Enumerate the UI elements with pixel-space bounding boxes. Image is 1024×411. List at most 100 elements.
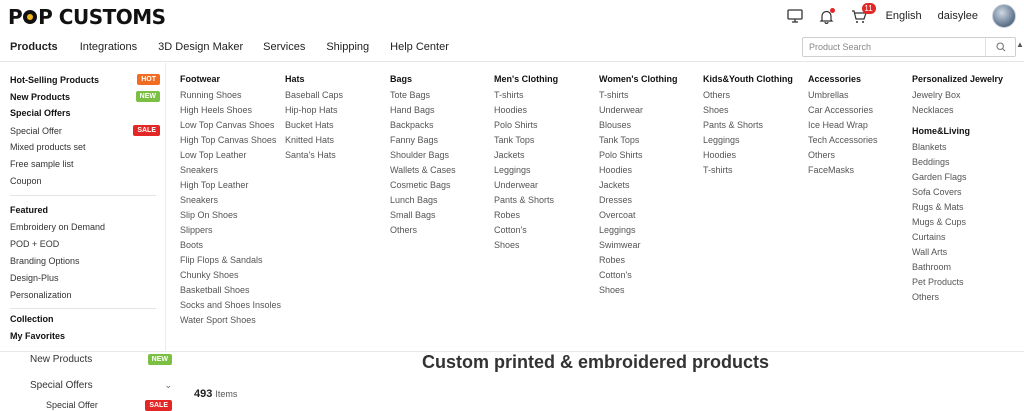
menu-special-offer[interactable]: Special Offer SALE [10, 125, 160, 136]
category-link[interactable]: Baseball Caps [285, 90, 343, 100]
menu-hot-selling[interactable]: Hot-Selling Products HOT [10, 74, 160, 85]
category-link[interactable]: High Top Canvas Shoes [180, 135, 276, 145]
category-link[interactable]: Chunky Shoes [180, 270, 239, 280]
side-special-offer[interactable]: Special Offer SALE [46, 400, 172, 411]
category-link[interactable]: Leggings [599, 225, 636, 235]
category-link[interactable]: Underwear [494, 180, 538, 190]
category-link[interactable]: Small Bags [390, 210, 436, 220]
menu-design-plus[interactable]: Design-Plus [10, 273, 160, 283]
category-link[interactable]: Mugs & Cups [912, 217, 966, 227]
category-link[interactable]: Pants & Shorts [494, 195, 554, 205]
cart-icon[interactable]: 11 [850, 3, 876, 25]
category-link[interactable]: Shoes [703, 105, 729, 115]
category-link[interactable]: Polo Shirts [599, 150, 643, 160]
category-link[interactable]: Others [390, 225, 417, 235]
category-link[interactable]: Swimwear [599, 240, 641, 250]
username[interactable]: daisylee [938, 10, 978, 22]
category-link[interactable]: Jackets [599, 180, 630, 190]
nav-services[interactable]: Services [263, 41, 305, 53]
category-link[interactable]: Sofa Covers [912, 187, 962, 197]
category-link[interactable]: Backpacks [390, 120, 434, 130]
category-link[interactable]: Hoodies [599, 165, 632, 175]
avatar[interactable] [992, 4, 1016, 28]
menu-coupon[interactable]: Coupon [10, 176, 160, 186]
category-link[interactable]: Shoes [494, 240, 520, 250]
category-link[interactable]: Wall Arts [912, 247, 947, 257]
category-link[interactable]: Robes [494, 210, 520, 220]
category-link[interactable]: Boots [180, 240, 203, 250]
category-heading[interactable]: Personalized Jewelry [912, 74, 1003, 84]
category-link[interactable]: Hand Bags [390, 105, 435, 115]
category-link[interactable]: Tote Bags [390, 90, 430, 100]
category-link[interactable]: Slip On Shoes [180, 210, 238, 220]
category-link[interactable]: Beddings [912, 157, 950, 167]
category-link[interactable]: Hip-hop Hats [285, 105, 338, 115]
nav-integrations[interactable]: Integrations [80, 41, 137, 53]
category-link[interactable]: Others [703, 90, 730, 100]
menu-collection[interactable]: Collection [10, 314, 160, 324]
category-link[interactable]: FaceMasks [808, 165, 854, 175]
category-link[interactable]: Pet Products [912, 277, 964, 287]
menu-pod-eod[interactable]: POD + EOD [10, 239, 160, 249]
category-link[interactable]: Curtains [912, 232, 946, 242]
menu-free-sample-list[interactable]: Free sample list [10, 159, 160, 169]
category-link[interactable]: T-shirts [703, 165, 733, 175]
category-heading[interactable]: Bags [390, 74, 412, 84]
category-link[interactable]: Wallets & Cases [390, 165, 456, 175]
side-new-products[interactable]: New Products NEW [30, 354, 172, 365]
language-selector[interactable]: English [886, 10, 922, 22]
category-link[interactable]: Tank Tops [599, 135, 639, 145]
category-link[interactable]: Shoes [599, 285, 625, 295]
category-link[interactable]: Cotton's [494, 225, 527, 235]
category-link[interactable]: Santa's Hats [285, 150, 336, 160]
chevron-down-icon[interactable]: ⌄ [164, 380, 172, 391]
menu-new-products[interactable]: New Products NEW [10, 91, 160, 102]
category-link[interactable]: Polo Shirts [494, 120, 538, 130]
menu-embroidery-on-demand[interactable]: Embroidery on Demand [10, 222, 160, 232]
category-link[interactable]: Leggings [494, 165, 531, 175]
category-link[interactable]: Leggings [703, 135, 740, 145]
category-link[interactable]: Cotton's [599, 270, 632, 280]
category-link[interactable]: Bathroom [912, 262, 951, 272]
category-link[interactable]: Tech Accessories [808, 135, 878, 145]
category-heading[interactable]: Men's Clothing [494, 74, 558, 84]
category-heading[interactable]: Kids&Youth Clothing [703, 74, 793, 84]
scrollbar-up-arrow[interactable]: ▲ [1016, 40, 1024, 54]
category-link[interactable]: Slippers [180, 225, 213, 235]
category-link[interactable]: Hoodies [494, 105, 527, 115]
menu-branding-options[interactable]: Branding Options [10, 256, 160, 266]
category-link[interactable]: Socks and Shoes Insoles [180, 300, 281, 310]
category-link[interactable]: Running Shoes [180, 90, 242, 100]
nav-shipping[interactable]: Shipping [326, 41, 369, 53]
category-link[interactable]: Necklaces [912, 105, 954, 115]
category-link[interactable]: Basketball Shoes [180, 285, 250, 295]
category-link[interactable]: Overcoat [599, 210, 636, 220]
category-link[interactable]: Sneakers [180, 195, 218, 205]
category-link[interactable]: Low Top Leather [180, 150, 246, 160]
category-link[interactable]: Tank Tops [494, 135, 534, 145]
category-link[interactable]: Ice Head Wrap [808, 120, 868, 130]
menu-personalization[interactable]: Personalization [10, 290, 160, 300]
category-link[interactable]: Others [912, 292, 939, 302]
category-link[interactable]: T-shirts [599, 90, 629, 100]
category-link[interactable]: Knitted Hats [285, 135, 334, 145]
side-special-offers[interactable]: Special Offers ⌄ [30, 380, 172, 391]
category-heading[interactable]: Accessories [808, 74, 861, 84]
category-link[interactable]: Jewelry Box [912, 90, 961, 100]
category-link[interactable]: Car Accessories [808, 105, 873, 115]
category-link[interactable]: Fanny Bags [390, 135, 438, 145]
category-link[interactable]: Dresses [599, 195, 632, 205]
bell-icon[interactable] [818, 7, 836, 25]
nav-3d-design-maker[interactable]: 3D Design Maker [158, 41, 243, 53]
category-link[interactable]: Blankets [912, 142, 947, 152]
category-link[interactable]: Jackets [494, 150, 525, 160]
category-heading[interactable]: Hats [285, 74, 305, 84]
category-link[interactable]: T-shirts [494, 90, 524, 100]
search-button[interactable] [985, 38, 1015, 56]
category-link[interactable]: Water Sport Shoes [180, 315, 256, 325]
category-link[interactable]: Underwear [599, 105, 643, 115]
category-link[interactable]: Umbrellas [808, 90, 849, 100]
category-link[interactable]: Pants & Shorts [703, 120, 763, 130]
category-link[interactable]: Robes [599, 255, 625, 265]
logo[interactable]: P P CUSTOMS [8, 5, 166, 29]
